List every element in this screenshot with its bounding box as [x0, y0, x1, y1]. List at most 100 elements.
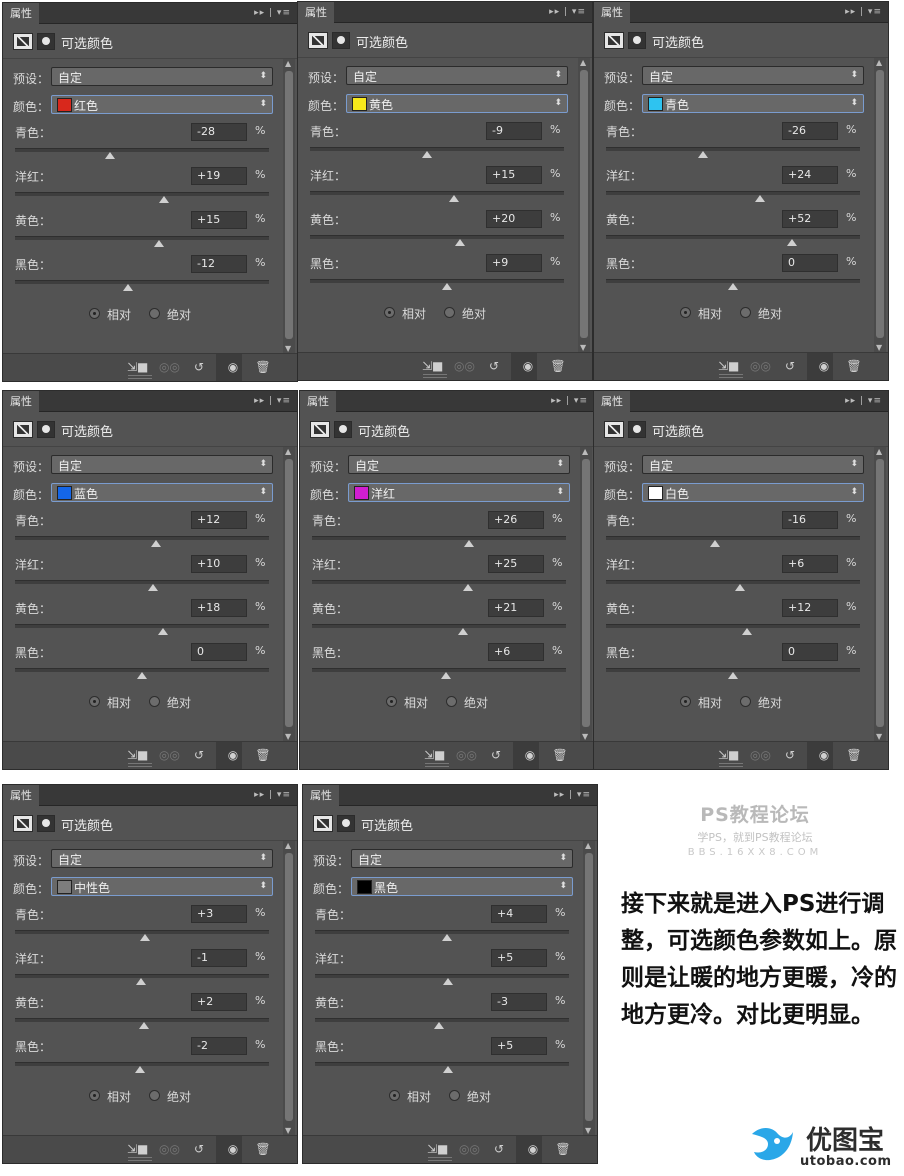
yellow-slider-thumb[interactable]: [157, 628, 168, 635]
layer-mask-icon[interactable]: [334, 421, 352, 438]
magenta-slider-track[interactable]: [312, 580, 566, 591]
reset-icon[interactable]: ↺: [189, 747, 209, 763]
clip-to-layer-icon[interactable]: ⇲■: [427, 1141, 448, 1157]
yellow-slider-thumb[interactable]: [154, 240, 165, 247]
delete-icon[interactable]: 🗑: [253, 1141, 273, 1157]
scroll-up-icon[interactable]: ▲: [285, 447, 291, 456]
relative-radio[interactable]: [89, 1090, 100, 1101]
yellow-slider-track[interactable]: [310, 235, 564, 246]
resize-grip[interactable]: [719, 763, 743, 767]
colors-dropdown[interactable]: 洋红 ⬍: [348, 483, 570, 502]
tab-properties[interactable]: 属性: [298, 2, 334, 23]
scroll-thumb[interactable]: [582, 459, 590, 727]
yellow-slider-thumb[interactable]: [454, 239, 465, 246]
view-previous-icon[interactable]: ◎◎: [159, 359, 180, 375]
resize-grip[interactable]: [428, 1157, 452, 1161]
yellow-slider-thumb[interactable]: [458, 628, 468, 635]
cyan-slider-thumb[interactable]: [709, 540, 720, 547]
colors-dropdown[interactable]: 红色 ⬍: [51, 95, 273, 114]
magenta-slider-thumb[interactable]: [442, 978, 453, 985]
cyan-slider-track[interactable]: [312, 536, 566, 547]
clip-to-layer-icon[interactable]: ⇲■: [127, 1141, 148, 1157]
magenta-value-field[interactable]: +10: [191, 555, 247, 573]
cyan-value-field[interactable]: -28: [191, 123, 247, 141]
delete-icon[interactable]: 🗑: [253, 359, 273, 375]
tab-properties[interactable]: 属性: [3, 3, 39, 24]
panel-scrollbar[interactable]: ▲ ▼: [580, 447, 592, 741]
scroll-down-icon[interactable]: ▼: [285, 1126, 291, 1135]
tab-properties[interactable]: 属性: [3, 785, 39, 806]
adjustment-layer-icon[interactable]: [604, 421, 624, 438]
cyan-slider-track[interactable]: [606, 536, 860, 547]
delete-icon[interactable]: 🗑: [844, 358, 864, 374]
yellow-value-field[interactable]: +18: [191, 599, 247, 617]
relative-radio[interactable]: [389, 1090, 400, 1101]
cyan-slider-thumb[interactable]: [463, 540, 474, 547]
cyan-slider-track[interactable]: [315, 930, 569, 941]
panel-menu-icon[interactable]: ▸▸ | ▾≡: [549, 2, 586, 22]
scroll-down-icon[interactable]: ▼: [876, 732, 882, 741]
magenta-value-field[interactable]: +24: [782, 166, 838, 184]
clip-to-layer-icon[interactable]: ⇲■: [127, 359, 148, 375]
tab-properties[interactable]: 属性: [594, 391, 630, 412]
scroll-up-icon[interactable]: ▲: [876, 58, 882, 67]
magenta-value-field[interactable]: +5: [491, 949, 547, 967]
preset-dropdown[interactable]: 自定 ⬍: [348, 455, 570, 474]
clip-to-layer-icon[interactable]: ⇲■: [718, 358, 739, 374]
resize-grip[interactable]: [425, 763, 449, 767]
yellow-slider-thumb[interactable]: [741, 628, 752, 635]
scroll-up-icon[interactable]: ▲: [876, 447, 882, 456]
adjustment-layer-icon[interactable]: [308, 32, 328, 49]
delete-icon[interactable]: 🗑: [548, 358, 568, 374]
delete-icon[interactable]: 🗑: [550, 747, 570, 763]
black-value-field[interactable]: 0: [782, 254, 838, 272]
absolute-radio[interactable]: [740, 307, 751, 318]
black-slider-thumb[interactable]: [137, 672, 147, 679]
view-previous-icon[interactable]: ◎◎: [159, 747, 180, 763]
scroll-down-icon[interactable]: ▼: [285, 344, 291, 353]
cyan-slider-thumb[interactable]: [441, 934, 452, 941]
panel-scrollbar[interactable]: ▲ ▼: [874, 447, 886, 741]
yellow-value-field[interactable]: +20: [486, 210, 542, 228]
tab-properties[interactable]: 属性: [300, 391, 336, 412]
resize-grip[interactable]: [128, 375, 152, 379]
scroll-down-icon[interactable]: ▼: [285, 732, 291, 741]
scroll-down-icon[interactable]: ▼: [876, 343, 882, 352]
view-previous-icon[interactable]: ◎◎: [159, 1141, 180, 1157]
preset-dropdown[interactable]: 自定 ⬍: [51, 67, 273, 86]
magenta-slider-track[interactable]: [315, 974, 569, 985]
absolute-radio[interactable]: [449, 1090, 460, 1101]
cyan-slider-track[interactable]: [15, 536, 269, 547]
colors-dropdown[interactable]: 青色 ⬍: [642, 94, 864, 113]
visibility-eye-icon[interactable]: ◉: [814, 747, 834, 763]
layer-mask-icon[interactable]: [332, 32, 350, 49]
black-slider-track[interactable]: [312, 668, 566, 679]
panel-scrollbar[interactable]: ▲ ▼: [283, 841, 295, 1135]
panel-menu-icon[interactable]: ▸▸ | ▾≡: [254, 391, 291, 411]
scroll-up-icon[interactable]: ▲: [285, 841, 291, 850]
colors-dropdown[interactable]: 黄色 ⬍: [346, 94, 568, 113]
magenta-slider-thumb[interactable]: [755, 195, 766, 202]
preset-dropdown[interactable]: 自定 ⬍: [351, 849, 573, 868]
magenta-slider-track[interactable]: [15, 192, 269, 203]
cyan-value-field[interactable]: -9: [486, 122, 542, 140]
adjustment-layer-icon[interactable]: [13, 33, 33, 50]
cyan-slider-thumb[interactable]: [150, 540, 161, 547]
cyan-value-field[interactable]: -26: [782, 122, 838, 140]
black-value-field[interactable]: -2: [191, 1037, 247, 1055]
preset-dropdown[interactable]: 自定 ⬍: [642, 455, 864, 474]
absolute-radio[interactable]: [740, 696, 751, 707]
view-previous-icon[interactable]: ◎◎: [459, 1141, 480, 1157]
relative-radio[interactable]: [386, 696, 397, 707]
magenta-slider-track[interactable]: [310, 191, 564, 202]
scroll-up-icon[interactable]: ▲: [285, 59, 291, 68]
reset-icon[interactable]: ↺: [189, 359, 209, 375]
absolute-radio[interactable]: [444, 307, 455, 318]
visibility-eye-icon[interactable]: ◉: [814, 358, 834, 374]
panel-menu-icon[interactable]: ▸▸ | ▾≡: [554, 785, 591, 805]
magenta-slider-track[interactable]: [606, 191, 860, 202]
panel-menu-icon[interactable]: ▸▸ | ▾≡: [254, 785, 291, 805]
reset-icon[interactable]: ↺: [484, 358, 504, 374]
layer-mask-icon[interactable]: [37, 421, 55, 438]
scroll-thumb[interactable]: [285, 71, 293, 339]
